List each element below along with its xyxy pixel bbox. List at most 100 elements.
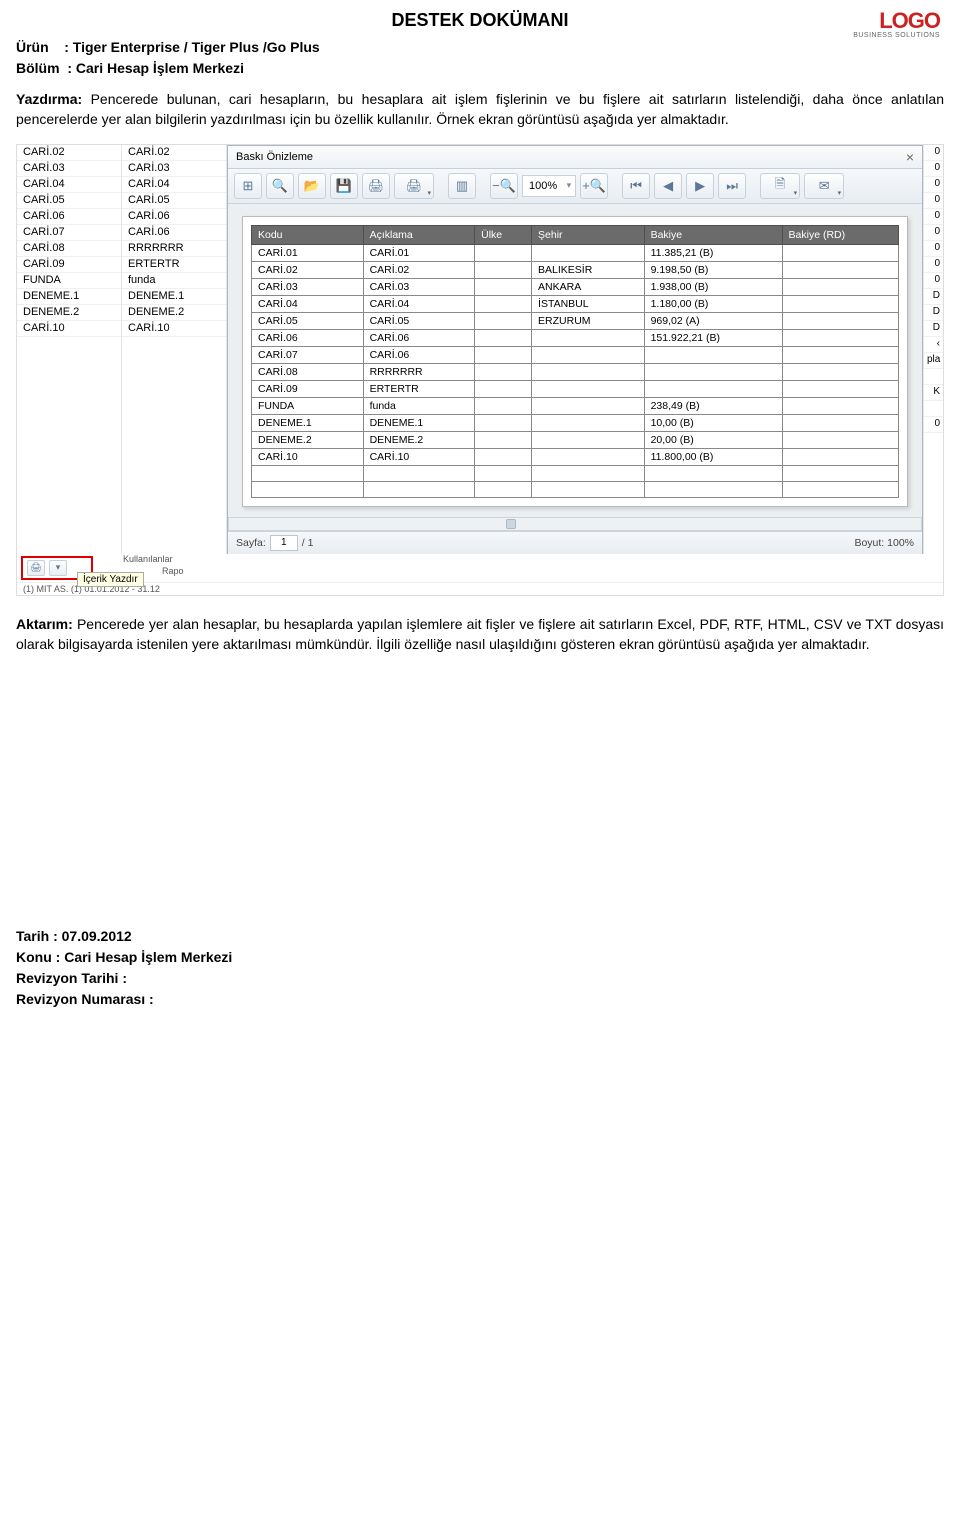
zoom-value[interactable]: 100% (522, 175, 576, 197)
table-cell: CARİ.09 (252, 380, 364, 397)
paragraph-yazdirma: Yazdırma: Pencerede bulunan, cari hesapl… (16, 89, 944, 130)
zoom-out-icon[interactable]: −🔍 (490, 173, 518, 199)
close-icon[interactable]: × (906, 149, 914, 165)
table-header: Açıklama (363, 225, 475, 244)
table-cell: CARİ.06 (363, 329, 475, 346)
table-row[interactable]: CARİ.07CARİ.06 (252, 346, 899, 363)
table-cell (475, 481, 532, 497)
table-row[interactable]: FUNDAfunda238,49 (B) (252, 397, 899, 414)
last-page-icon[interactable]: ⏭ (718, 173, 746, 199)
table-cell (782, 244, 898, 261)
table-row[interactable]: CARİ.02CARİ.02BALIKESİR9.198,50 (B) (252, 261, 899, 278)
table-cell: CARİ.02 (363, 261, 475, 278)
zoom-in-icon[interactable]: +🔍 (580, 173, 608, 199)
table-row[interactable]: DENEME.1DENEME.110,00 (B) (252, 414, 899, 431)
table-row[interactable]: CARİ.09ERTERTR (252, 380, 899, 397)
list-item[interactable]: CARİ.10 (17, 321, 121, 337)
list-item[interactable]: CARİ.03 (17, 161, 121, 177)
table-row[interactable]: CARİ.08RRRRRRR (252, 363, 899, 380)
prev-page-icon[interactable]: ◀ (654, 173, 682, 199)
table-row[interactable]: CARİ.04CARİ.04İSTANBUL1.180,00 (B) (252, 295, 899, 312)
table-cell: DENEME.2 (363, 431, 475, 448)
list-item[interactable]: funda (122, 273, 226, 289)
list-item[interactable]: CARİ.06 (122, 225, 226, 241)
list-item[interactable]: CARİ.04 (17, 177, 121, 193)
list-item[interactable]: CARİ.05 (17, 193, 121, 209)
table-cell (782, 414, 898, 431)
print-content-button[interactable]: 🖨 ▾ İçerik Yazdır (21, 556, 93, 580)
list-item[interactable]: CARİ.08 (17, 241, 121, 257)
screenshot-bottom-bar: 🖨 ▾ İçerik Yazdır Kullanılanlar Rapo (17, 554, 943, 582)
open-icon[interactable]: 📂 (298, 173, 326, 199)
search-icon[interactable]: 🔍 (266, 173, 294, 199)
list-item[interactable]: FUNDA (17, 273, 121, 289)
list-item[interactable]: DENEME.1 (122, 289, 226, 305)
badge-cell: 0 (924, 177, 943, 193)
list-item[interactable]: DENEME.1 (17, 289, 121, 305)
table-row[interactable] (252, 465, 899, 481)
mail-icon[interactable]: ✉▾ (804, 173, 844, 199)
table-row[interactable] (252, 481, 899, 497)
table-row[interactable]: CARİ.03CARİ.03ANKARA1.938,00 (B) (252, 278, 899, 295)
table-cell (782, 346, 898, 363)
table-cell (782, 295, 898, 312)
badge-cell: 0 (924, 417, 943, 433)
next-page-icon[interactable]: ▶ (686, 173, 714, 199)
list-item[interactable]: DENEME.2 (17, 305, 121, 321)
list-item[interactable]: CARİ.06 (122, 209, 226, 225)
table-cell: FUNDA (252, 397, 364, 414)
table-cell (782, 465, 898, 481)
para1-head: Yazdırma: (16, 91, 82, 107)
print-icon[interactable]: 🖨 (362, 173, 390, 199)
first-page-icon[interactable]: ⏮ (622, 173, 650, 199)
table-cell (532, 481, 645, 497)
quick-print-icon[interactable]: 🖨▾ (394, 173, 434, 199)
table-cell: CARİ.10 (363, 448, 475, 465)
horizontal-scrollbar[interactable] (228, 517, 922, 531)
preview-titlebar[interactable]: Baskı Önizleme × (228, 146, 922, 169)
save-icon[interactable]: 💾 (330, 173, 358, 199)
status-page-total: / 1 (302, 537, 314, 549)
para2-head: Aktarım: (16, 616, 73, 632)
table-row[interactable]: CARİ.01CARİ.0111.385,21 (B) (252, 244, 899, 261)
page-setup-icon[interactable]: ▥ (448, 173, 476, 199)
badge-cell (924, 369, 943, 385)
list-item[interactable]: CARİ.10 (122, 321, 226, 337)
table-row[interactable]: CARİ.05CARİ.05ERZURUM969,02 (A) (252, 312, 899, 329)
table-cell: CARİ.04 (252, 295, 364, 312)
footer-revdate: Revizyon Tarihi : (16, 968, 232, 989)
outer-list-left: CARİ.02CARİ.03CARİ.04CARİ.05CARİ.06CARİ.… (17, 145, 227, 555)
table-cell (782, 481, 898, 497)
list-item[interactable]: CARİ.09 (17, 257, 121, 273)
table-cell (532, 363, 645, 380)
table-row[interactable]: DENEME.2DENEME.220,00 (B) (252, 431, 899, 448)
list-item[interactable]: CARİ.03 (122, 161, 226, 177)
table-cell: 969,02 (A) (644, 312, 782, 329)
list-item[interactable]: CARİ.07 (17, 225, 121, 241)
table-cell: 151.922,21 (B) (644, 329, 782, 346)
doc-footer-meta: Tarih : 07.09.2012 Konu : Cari Hesap İşl… (16, 926, 232, 1010)
table-cell: CARİ.07 (252, 346, 364, 363)
list-item[interactable]: DENEME.2 (122, 305, 226, 321)
status-page-input[interactable] (270, 535, 298, 551)
table-cell: CARİ.01 (252, 244, 364, 261)
meta-product-label: Ürün (16, 39, 49, 55)
export-icon[interactable]: 🗎▾ (760, 173, 800, 199)
list-item[interactable]: CARİ.02 (122, 145, 226, 161)
table-cell: CARİ.05 (252, 312, 364, 329)
table-cell (532, 414, 645, 431)
table-cell (475, 363, 532, 380)
table-cell (363, 481, 475, 497)
list-item[interactable]: CARİ.06 (17, 209, 121, 225)
table-cell: 1.938,00 (B) (644, 278, 782, 295)
list-item[interactable]: CARİ.02 (17, 145, 121, 161)
table-row[interactable]: CARİ.10CARİ.1011.800,00 (B) (252, 448, 899, 465)
list-item[interactable]: CARİ.05 (122, 193, 226, 209)
list-item[interactable]: CARİ.04 (122, 177, 226, 193)
table-cell: 10,00 (B) (644, 414, 782, 431)
list-item[interactable]: ERTERTR (122, 257, 226, 273)
table-cell: DENEME.2 (252, 431, 364, 448)
sitemap-icon[interactable]: ⊞ (234, 173, 262, 199)
table-row[interactable]: CARİ.06CARİ.06151.922,21 (B) (252, 329, 899, 346)
list-item[interactable]: RRRRRRR (122, 241, 226, 257)
